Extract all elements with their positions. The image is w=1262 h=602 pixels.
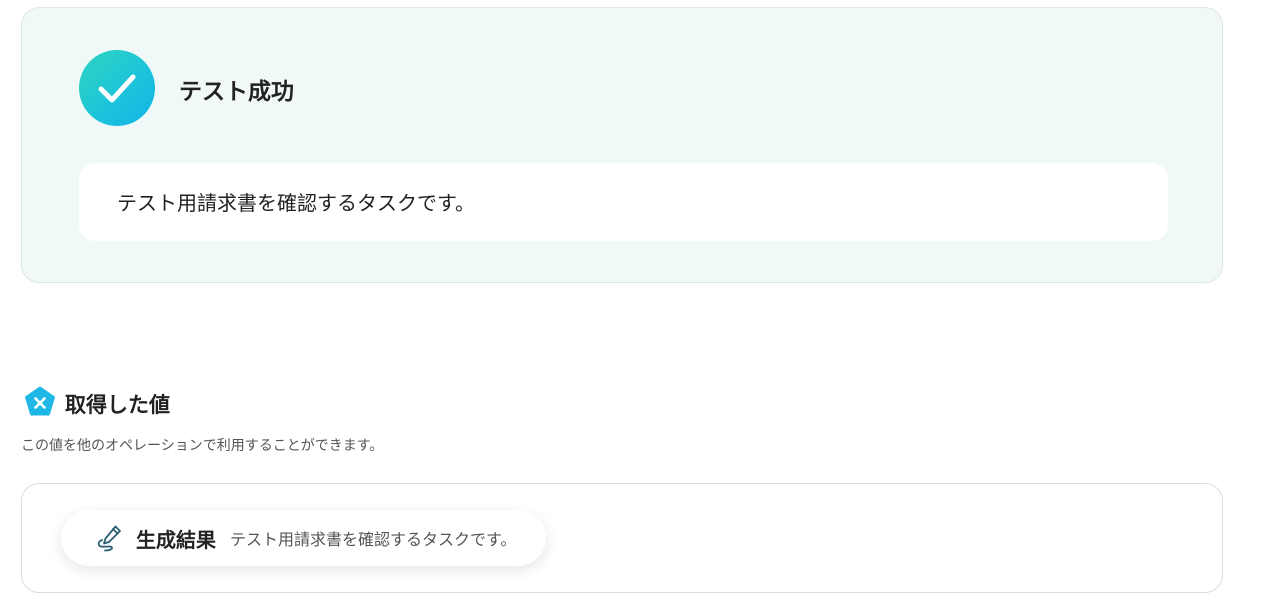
acquired-values-title: 取得した値 [65, 393, 170, 417]
acquired-values-description: この値を他のオペレーションで利用することができます。 [21, 438, 384, 454]
test-result-message: テスト用請求書を確認するタスクです。 [117, 191, 475, 215]
pen-icon [97, 525, 121, 552]
acquired-values-panel: 生成結果 テスト用請求書を確認するタスクです。 [21, 483, 1223, 593]
test-success-title: テスト成功 [179, 79, 294, 105]
result-value: テスト用請求書を確認するタスクです。 [230, 530, 517, 549]
result-value-chip[interactable]: 生成結果 テスト用請求書を確認するタスクです。 [61, 510, 547, 566]
test-result-message-box: テスト用請求書を確認するタスクです。 [79, 163, 1168, 241]
test-success-panel: テスト成功 テスト用請求書を確認するタスクです。 [21, 7, 1223, 283]
result-label: 生成結果 [136, 527, 216, 552]
close-badge-icon [25, 386, 55, 416]
check-icon [79, 50, 155, 126]
